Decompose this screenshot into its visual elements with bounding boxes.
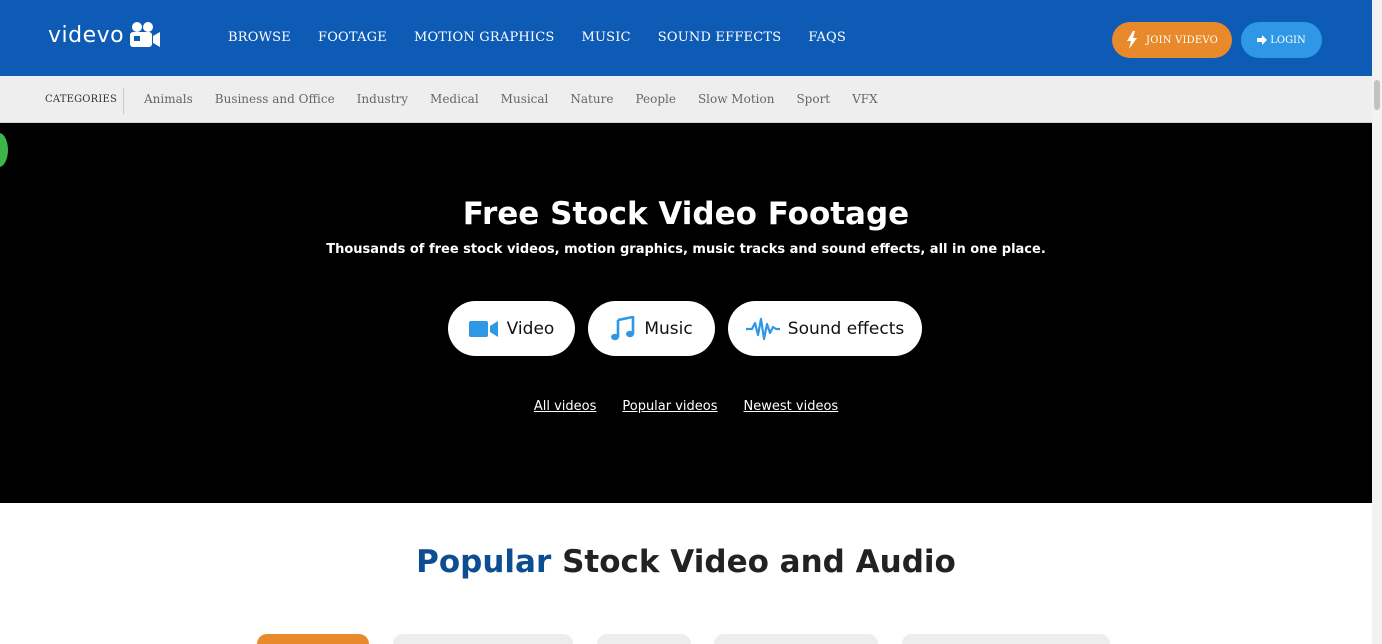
login-arrow-icon <box>1257 35 1268 45</box>
hero-links: All videos Popular videos Newest videos <box>0 399 1372 414</box>
popular-videos-link[interactable]: Popular videos <box>622 399 717 414</box>
popular-section-title: Popular Stock Video and Audio <box>0 544 1372 580</box>
video-button[interactable]: Video <box>448 301 575 356</box>
category-animals[interactable]: Animals <box>144 92 193 106</box>
hero-subtitle: Thousands of free stock videos, motion g… <box>326 242 1046 257</box>
category-sport[interactable]: Sport <box>796 92 830 106</box>
nav-faqs[interactable]: FAQS <box>808 30 846 45</box>
film-camera-icon <box>130 22 161 47</box>
popular-tab[interactable] <box>393 634 573 644</box>
nav-motion-graphics[interactable]: MOTION GRAPHICS <box>414 30 555 45</box>
categories-divider <box>123 88 124 114</box>
popular-tab-active[interactable] <box>257 634 369 644</box>
video-button-label: Video <box>506 318 555 339</box>
lightning-bolt-icon <box>1126 31 1137 49</box>
category-people[interactable]: People <box>635 92 675 106</box>
popular-title-accent: Popular <box>416 544 552 580</box>
category-industry[interactable]: Industry <box>357 92 408 106</box>
videvo-logo[interactable]: videvo <box>48 20 162 50</box>
popular-tab[interactable] <box>597 634 691 644</box>
sound-wave-icon <box>745 317 780 340</box>
category-business-and-office[interactable]: Business and Office <box>215 92 335 106</box>
hero-title: Free Stock Video Footage <box>462 196 910 232</box>
category-medical[interactable]: Medical <box>430 92 479 106</box>
join-videvo-button[interactable]: JOIN VIDEVO <box>1112 22 1232 58</box>
nav-music[interactable]: MUSIC <box>582 30 631 45</box>
category-nature[interactable]: Nature <box>570 92 613 106</box>
category-list: Animals Business and Office Industry Med… <box>144 92 900 106</box>
category-musical[interactable]: Musical <box>501 92 549 106</box>
popular-tab[interactable] <box>902 634 1110 644</box>
nav-footage[interactable]: FOOTAGE <box>318 30 387 45</box>
sound-effects-button[interactable]: Sound effects <box>728 301 922 356</box>
top-navigation-bar: videvo BROWSE FOOTAGE MOTION GRAPHICS MU… <box>0 0 1372 76</box>
popular-title-rest: Stock Video and Audio <box>551 544 956 580</box>
main-nav: BROWSE FOOTAGE MOTION GRAPHICS MUSIC SOU… <box>228 30 873 45</box>
popular-tab[interactable] <box>714 634 878 644</box>
all-videos-link[interactable]: All videos <box>534 399 597 414</box>
newest-videos-link[interactable]: Newest videos <box>744 399 839 414</box>
sound-effects-button-label: Sound effects <box>787 318 905 339</box>
video-camera-icon <box>468 320 498 337</box>
category-vfx[interactable]: VFX <box>852 92 878 106</box>
login-label: LOGIN <box>1270 34 1306 46</box>
categories-label: CATEGORIES <box>45 94 118 105</box>
music-note-icon <box>611 315 635 340</box>
join-label: JOIN VIDEVO <box>1145 34 1219 46</box>
music-button[interactable]: Music <box>588 301 715 356</box>
login-button[interactable]: LOGIN <box>1241 22 1322 58</box>
logo-text: videvo <box>48 22 125 48</box>
category-slow-motion[interactable]: Slow Motion <box>698 92 775 106</box>
music-button-label: Music <box>644 318 693 339</box>
nav-browse[interactable]: BROWSE <box>228 30 291 45</box>
nav-sound-effects[interactable]: SOUND EFFECTS <box>658 30 782 45</box>
scrollbar-thumb[interactable] <box>1374 80 1380 110</box>
categories-bar: CATEGORIES Animals Business and Office I… <box>0 76 1372 123</box>
